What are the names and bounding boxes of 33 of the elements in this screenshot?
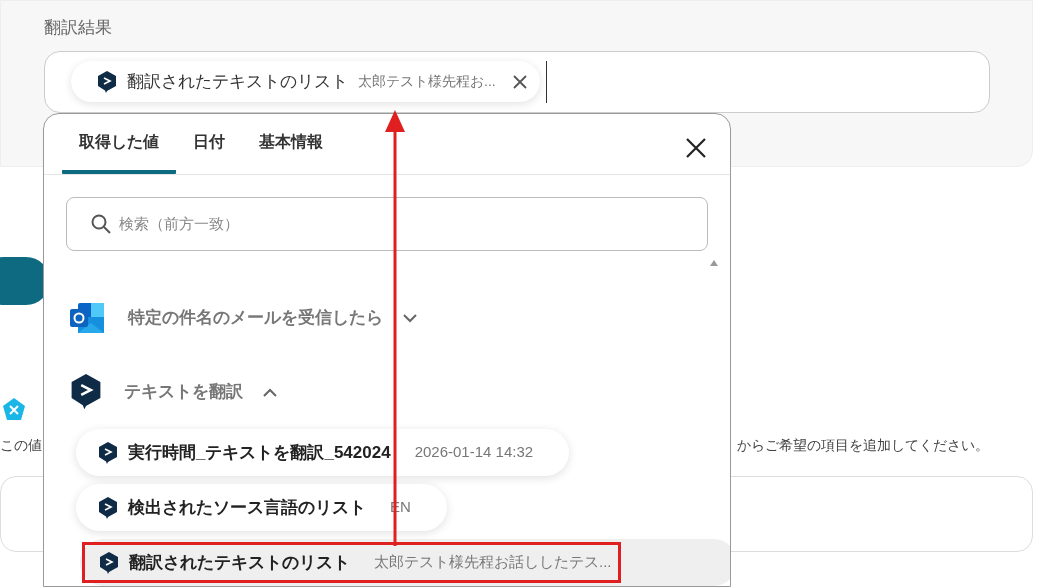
item-title: 翻訳されたテキストのリスト [129,551,350,574]
note-text: からご希望の項目を追加してください。 [737,436,989,455]
item-title: 実行時間_テキストを翻訳_542024 [128,441,391,464]
chip-value: 太郎テスト様先程お... [358,72,496,91]
speech-hexagon-icon [70,374,102,410]
item-value: 太郎テスト様先程お話ししたテス... [374,552,612,573]
item-value: 2026-01-14 14:32 [414,442,534,463]
search-field[interactable]: 検索（前方一致） [66,197,708,251]
group-title[interactable]: 特定の件名のメールを受信したら [128,305,383,331]
chip-title: 翻訳されたテキストのリスト [127,70,348,93]
note-text: この値 [0,436,42,455]
input-field[interactable]: 翻訳されたテキストのリスト 太郎テスト様先程お... [44,50,990,113]
group-title[interactable]: テキストを翻訳 [124,379,243,405]
speech-hexagon-icon [98,441,118,464]
tab[interactable]: 取得した値 [62,114,176,174]
item-title: 検出されたソース言語のリスト [128,496,366,519]
close-icon[interactable] [686,138,706,158]
scroll-up-icon[interactable] [709,259,719,267]
speech-hexagon-icon [98,496,118,519]
speech-hexagon-icon [97,70,117,93]
chevron-down-icon[interactable] [403,313,417,323]
search-input[interactable]: 検索（前方一致） [119,212,519,236]
tab[interactable]: 基本情報 [242,114,340,174]
chevron-up-icon[interactable] [263,387,277,397]
mail-app-icon [70,301,106,335]
tab[interactable]: 日付 [176,114,242,174]
variable-chip[interactable]: 翻訳されたテキストのリスト 太郎テスト様先程お... [71,61,540,102]
variable-item[interactable]: 翻訳されたテキストのリスト 太郎テスト様先程お話ししたテス... [82,542,621,583]
search-icon [91,214,111,234]
variable-item[interactable]: 実行時間_テキストを翻訳_542024 2026-01-14 14:32 [76,429,570,476]
speech-hexagon-icon [99,551,119,574]
close-icon[interactable] [511,73,528,90]
field-label: 翻訳結果 [44,17,113,39]
